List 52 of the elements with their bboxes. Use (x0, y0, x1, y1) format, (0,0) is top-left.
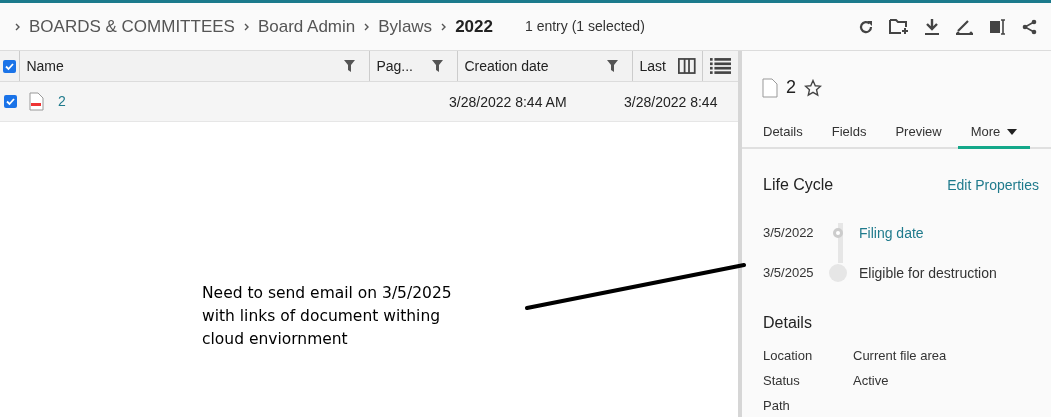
chevron-icon (364, 22, 370, 31)
share-icon[interactable] (1022, 18, 1037, 35)
download-icon[interactable] (924, 18, 940, 35)
document-title: 2 (786, 76, 796, 99)
section-heading: Details (763, 313, 813, 333)
pdf-file-icon (28, 92, 44, 111)
filter-icon[interactable] (607, 60, 619, 72)
breadcrumb-link[interactable]: Board Admin (257, 13, 356, 40)
event-label: Eligible for destruction (859, 263, 997, 283)
field-label: Location (763, 346, 814, 365)
field-label: Path (763, 396, 791, 415)
columns-icon[interactable] (678, 57, 696, 75)
refresh-icon[interactable] (858, 18, 874, 35)
field-value: Active (853, 371, 889, 390)
chevron-icon (243, 22, 249, 31)
column-header[interactable]: Last (639, 55, 666, 77)
field-label: Status (763, 371, 801, 390)
field-value: Current file area (853, 346, 947, 365)
text-field-icon[interactable] (989, 18, 1007, 35)
breadcrumb-link[interactable]: 2022 (455, 13, 493, 40)
caret-icon (1007, 129, 1018, 135)
chevron-icon (441, 22, 447, 31)
list-view-icon[interactable] (709, 56, 731, 76)
event-link[interactable]: Filing date (859, 222, 924, 244)
checkbox[interactable] (4, 95, 17, 108)
column-header[interactable]: Name (26, 55, 64, 77)
section-heading: Life Cycle (763, 175, 834, 195)
column-header[interactable]: Pag... (376, 55, 413, 77)
checkbox[interactable] (3, 59, 17, 73)
pen-icon[interactable] (955, 18, 974, 35)
new-folder-icon[interactable] (889, 18, 909, 35)
event-date: 3/5/2025 (763, 264, 815, 283)
tab[interactable]: Preview (882, 118, 955, 149)
filter-icon[interactable] (432, 60, 444, 72)
tab[interactable]: Fields (818, 118, 880, 149)
chevron-icon (15, 22, 20, 31)
table-cell: 3/28/2022 8:44 AM (449, 93, 567, 110)
tab[interactable]: More (957, 118, 1031, 149)
edit-properties-link[interactable]: Edit Properties (947, 175, 1039, 196)
column-header[interactable]: Creation date (464, 55, 549, 77)
table-row[interactable]: 2 3/28/2022 8:44 AM 3/28/2022 8:44 (0, 82, 738, 122)
table-cell: 3/28/2022 8:44 (624, 93, 718, 110)
tab[interactable]: Details (750, 118, 816, 149)
breadcrumb-link[interactable]: Bylaws (378, 13, 433, 40)
star-icon[interactable] (804, 78, 822, 97)
document-link[interactable]: 2 (57, 91, 66, 112)
event-date: 3/5/2022 (763, 224, 815, 243)
breadcrumb-link[interactable]: BOARDS & COMMITTEES (29, 13, 235, 40)
pdf-file-icon (762, 77, 778, 98)
annotation-text: Need to send email on 3/5/2025 with links of document withing cloud enviornment (202, 283, 452, 350)
filter-icon[interactable] (344, 60, 356, 72)
entry-count: 1 entry (1 selected) (524, 17, 645, 36)
